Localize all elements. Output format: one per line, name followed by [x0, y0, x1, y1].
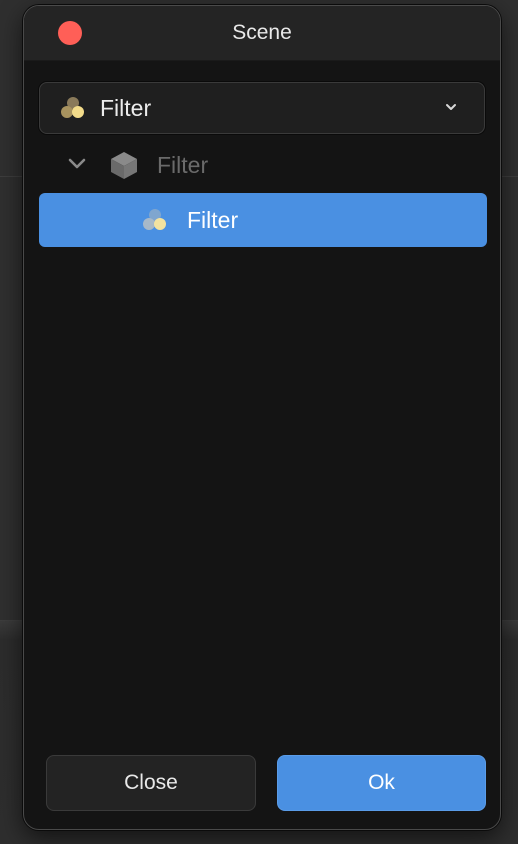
window-title: Scene: [232, 21, 292, 44]
tree-item-label: Filter: [187, 207, 239, 233]
dropdown-label: Filter: [100, 95, 152, 121]
backdrop-line: [500, 176, 518, 177]
filter-icon: [59, 95, 87, 126]
tree-item-selected[interactable]: Filter: [39, 193, 487, 247]
ok-button[interactable]: Ok: [277, 755, 486, 811]
close-button[interactable]: Close: [46, 755, 256, 811]
chevron-down-icon[interactable]: [67, 154, 87, 179]
tree-item-parent[interactable]: Filter: [39, 137, 487, 191]
scene-dialog: Scene Filter Filter Filter Close Ok: [23, 5, 501, 830]
tree-item-label: Filter: [157, 152, 209, 178]
filter-dropdown[interactable]: Filter: [39, 82, 485, 134]
backdrop-line: [0, 176, 24, 177]
cube-icon: [109, 150, 139, 185]
chevron-down-icon: [444, 100, 458, 119]
filter-icon: [141, 207, 169, 238]
title-bar: Scene: [24, 6, 500, 61]
